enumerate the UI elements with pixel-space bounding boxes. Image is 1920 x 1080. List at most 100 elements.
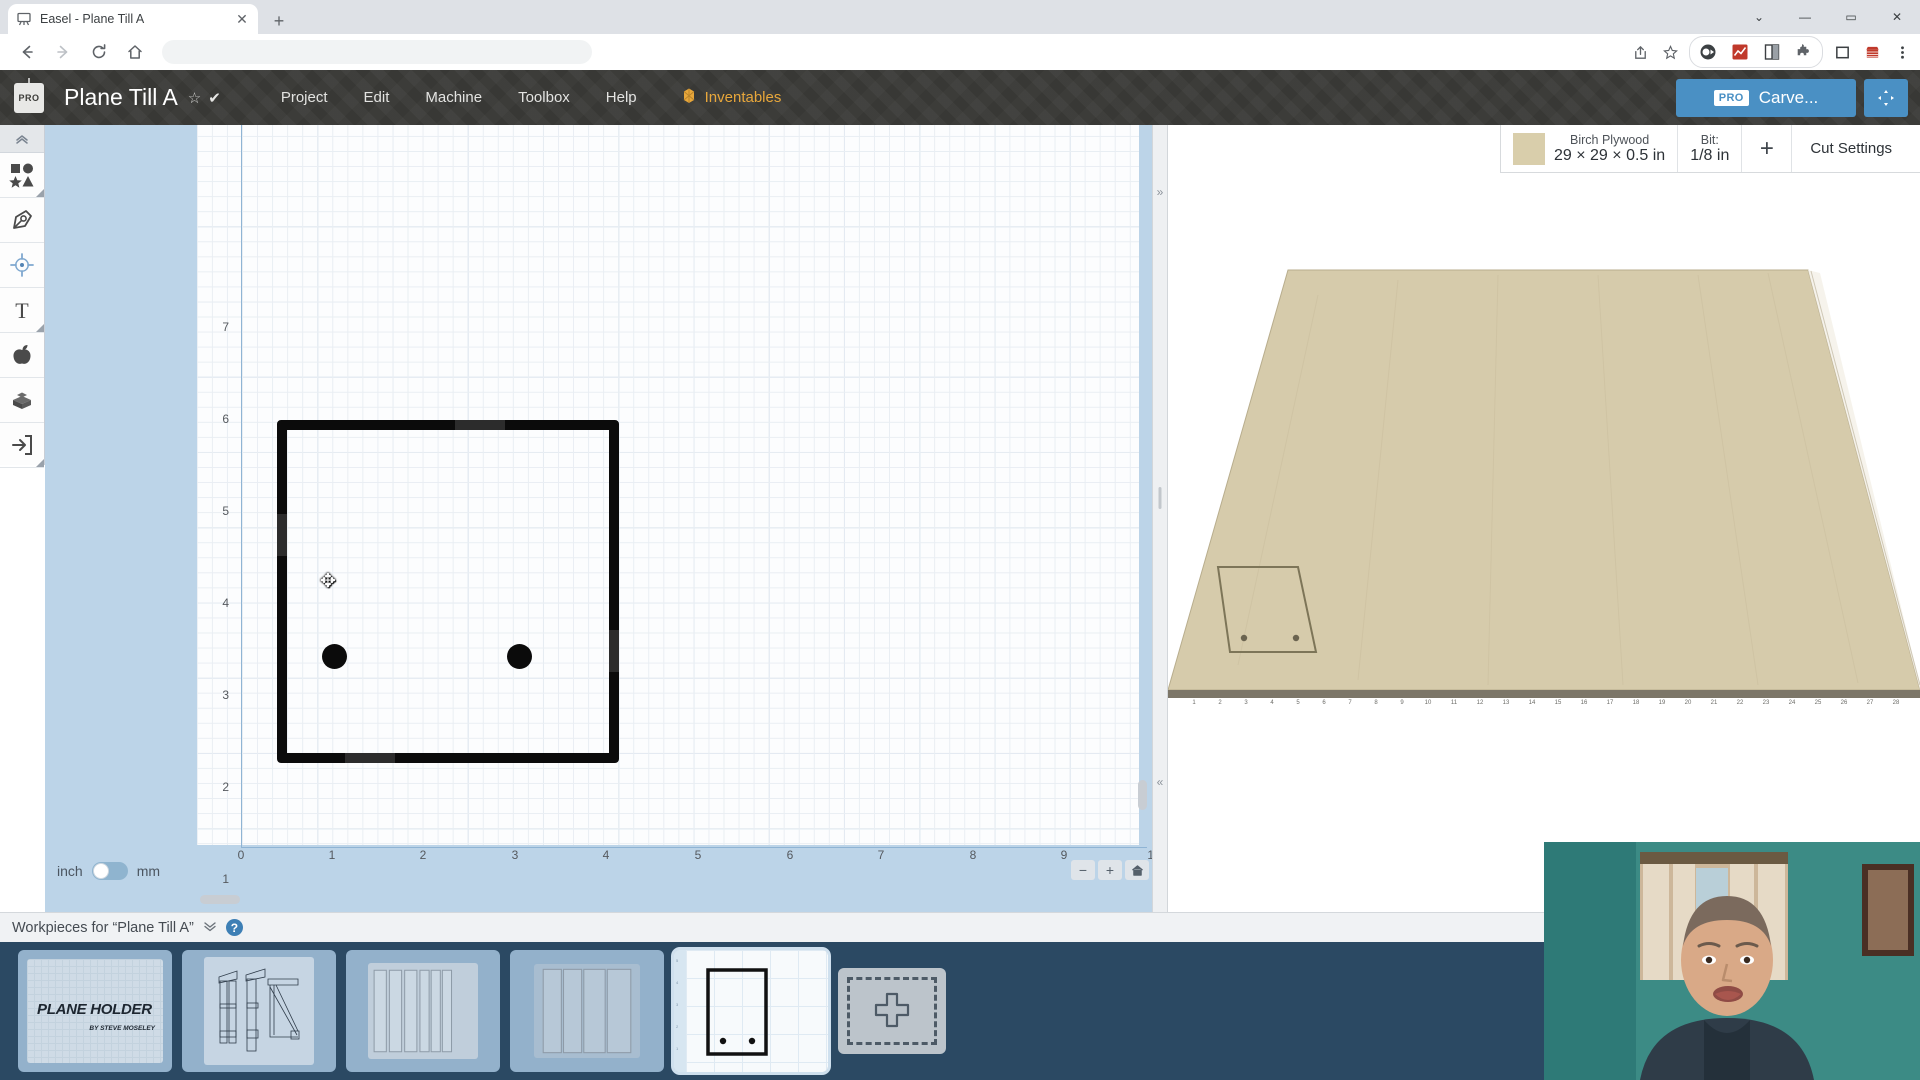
carve-button[interactable]: PRO Carve... (1676, 79, 1856, 117)
divider-expand-right-icon[interactable]: » (1157, 185, 1164, 199)
preview-tick: 23 (1763, 700, 1770, 706)
collapse-rail-button[interactable] (0, 125, 44, 153)
shapes-tool-icon[interactable] (0, 153, 44, 198)
pan-tool-button[interactable] (1864, 79, 1908, 117)
zoom-home-button[interactable] (1125, 860, 1149, 880)
slats-drawing (534, 964, 640, 1058)
easel-app-header: PRO Plane Till A ☆ ✔ Project Edit Machin… (0, 70, 1920, 125)
workpiece-cover[interactable]: PLANE HOLDER BY STEVE MOSELEY (18, 950, 172, 1072)
workpiece-square-holes[interactable]: 5 4 3 2 1 (674, 950, 828, 1072)
pane-divider[interactable]: » « (1152, 125, 1168, 912)
menu-project[interactable]: Project (263, 83, 346, 112)
stack-3d-icon[interactable] (0, 378, 44, 423)
cover-subtitle: BY STEVE MOSELEY (89, 1025, 155, 1032)
extensions-puzzle-icon[interactable] (1790, 38, 1818, 66)
workpiece-thumb: PLANE HOLDER BY STEVE MOSELEY (27, 959, 163, 1063)
help-icon[interactable]: ? (226, 919, 243, 936)
inventables-label: Inventables (705, 89, 782, 106)
zoom-out-button[interactable]: − (1071, 860, 1095, 880)
favorite-star-icon[interactable]: ☆ (188, 89, 201, 107)
address-bar[interactable] (162, 40, 592, 64)
bookmark-star-icon[interactable] (1656, 38, 1684, 66)
easel-pro-logo-icon[interactable]: PRO (14, 83, 44, 113)
design-tool-rail: T (0, 125, 45, 465)
vertical-scrollbar[interactable] (1138, 780, 1147, 810)
hole-circle[interactable] (322, 644, 347, 669)
window-icon[interactable] (1828, 38, 1856, 66)
divider-grip[interactable] (1159, 487, 1162, 509)
media-control-icon[interactable] (1694, 38, 1722, 66)
menu-edit[interactable]: Edit (346, 83, 408, 112)
workpiece-thumb: 5 4 3 2 1 (674, 950, 828, 1072)
workpiece-assembly[interactable] (182, 950, 336, 1072)
share-icon[interactable] (1626, 38, 1654, 66)
import-arrow-icon[interactable] (0, 423, 44, 468)
chart-extension-icon[interactable] (1726, 38, 1754, 66)
workpiece-slats-narrow[interactable] (510, 950, 664, 1072)
workpiece-slats-wide[interactable] (346, 950, 500, 1072)
menu-machine[interactable]: Machine (407, 83, 500, 112)
divider-expand-left-icon[interactable]: « (1157, 775, 1164, 789)
minimize-icon[interactable]: — (1782, 0, 1828, 34)
add-bit-button[interactable]: + (1742, 125, 1792, 172)
preview-tick: 27 (1867, 700, 1874, 706)
bit-button[interactable]: Bit: 1/8 in (1678, 125, 1742, 172)
reload-icon[interactable] (84, 37, 114, 67)
unit-toggle[interactable]: inch mm (57, 862, 160, 880)
apple-app-icon[interactable] (0, 333, 44, 378)
window-close-icon[interactable]: ✕ (1874, 0, 1920, 34)
close-icon[interactable]: ✕ (234, 11, 250, 27)
bit-value: 1/8 in (1690, 147, 1729, 165)
preview-tick: 17 (1607, 700, 1614, 706)
overflow-menu-icon[interactable] (1888, 38, 1916, 66)
preview-tick: 1 (1192, 700, 1195, 706)
new-tab-button[interactable]: + (266, 8, 292, 34)
ruler-x-tick: 0 (238, 848, 245, 862)
preview-tick: 16 (1581, 700, 1588, 706)
forward-icon[interactable] (48, 37, 78, 67)
move-cursor-icon: ✥ (320, 570, 336, 593)
3d-preview-pane[interactable]: Birch Plywood 29 × 29 × 0.5 in Bit: 1/8 … (1168, 125, 1920, 912)
material-button[interactable]: Birch Plywood 29 × 29 × 0.5 in (1501, 125, 1678, 172)
home-icon[interactable] (120, 37, 150, 67)
svg-text:T: T (15, 298, 29, 323)
plus-icon (870, 988, 914, 1034)
add-workpiece-button[interactable] (838, 968, 946, 1054)
ruler-y-tick: 5 (222, 504, 229, 518)
menu-toolbox[interactable]: Toolbox (500, 83, 588, 112)
ruler-x-tick: 3 (512, 848, 519, 862)
back-icon[interactable] (12, 37, 42, 67)
material-3d-board[interactable] (1168, 185, 1920, 705)
zoom-in-button[interactable]: + (1098, 860, 1122, 880)
resize-handle-bottom[interactable] (345, 753, 395, 763)
preview-tick: 3 (1244, 700, 1247, 706)
resize-handle-top[interactable] (455, 420, 505, 430)
browser-tab[interactable]: Easel - Plane Till A ✕ (8, 4, 258, 34)
cut-settings-button[interactable]: Cut Settings (1792, 125, 1910, 172)
maximize-icon[interactable]: ▭ (1828, 0, 1874, 34)
hole-circle[interactable] (507, 644, 532, 669)
inventables-logo-icon (681, 87, 697, 109)
pen-tool-icon[interactable] (0, 198, 44, 243)
horizontal-scrollbar[interactable] (200, 895, 240, 904)
store-icon[interactable] (1858, 38, 1886, 66)
split-view-icon[interactable] (1758, 38, 1786, 66)
preview-tick: 14 (1529, 700, 1536, 706)
menu-inventables[interactable]: Inventables (663, 81, 800, 115)
unit-toggle-switch[interactable] (92, 862, 128, 880)
browser-toolbar-right (1626, 34, 1916, 70)
preview-tick: 5 (1296, 700, 1299, 706)
origin-target-icon[interactable] (0, 243, 44, 288)
resize-handle-right[interactable] (609, 630, 619, 672)
tab-search-chevron-icon[interactable]: ⌄ (1736, 0, 1782, 34)
resize-handle-left[interactable] (277, 514, 287, 556)
text-tool-icon[interactable]: T (0, 288, 44, 333)
design-canvas[interactable]: 7 6 5 4 3 2 1 0 0 1 2 3 4 5 6 7 8 9 10 (45, 125, 1165, 912)
preview-tick: 6 (1322, 700, 1325, 706)
chevron-down-icon[interactable] (203, 921, 217, 935)
ruler-y-tick: 4 (222, 596, 229, 610)
extension-pill (1689, 36, 1823, 68)
carve-pro-badge: PRO (1714, 90, 1749, 106)
preview-tick: 11 (1451, 700, 1457, 706)
menu-help[interactable]: Help (588, 83, 655, 112)
